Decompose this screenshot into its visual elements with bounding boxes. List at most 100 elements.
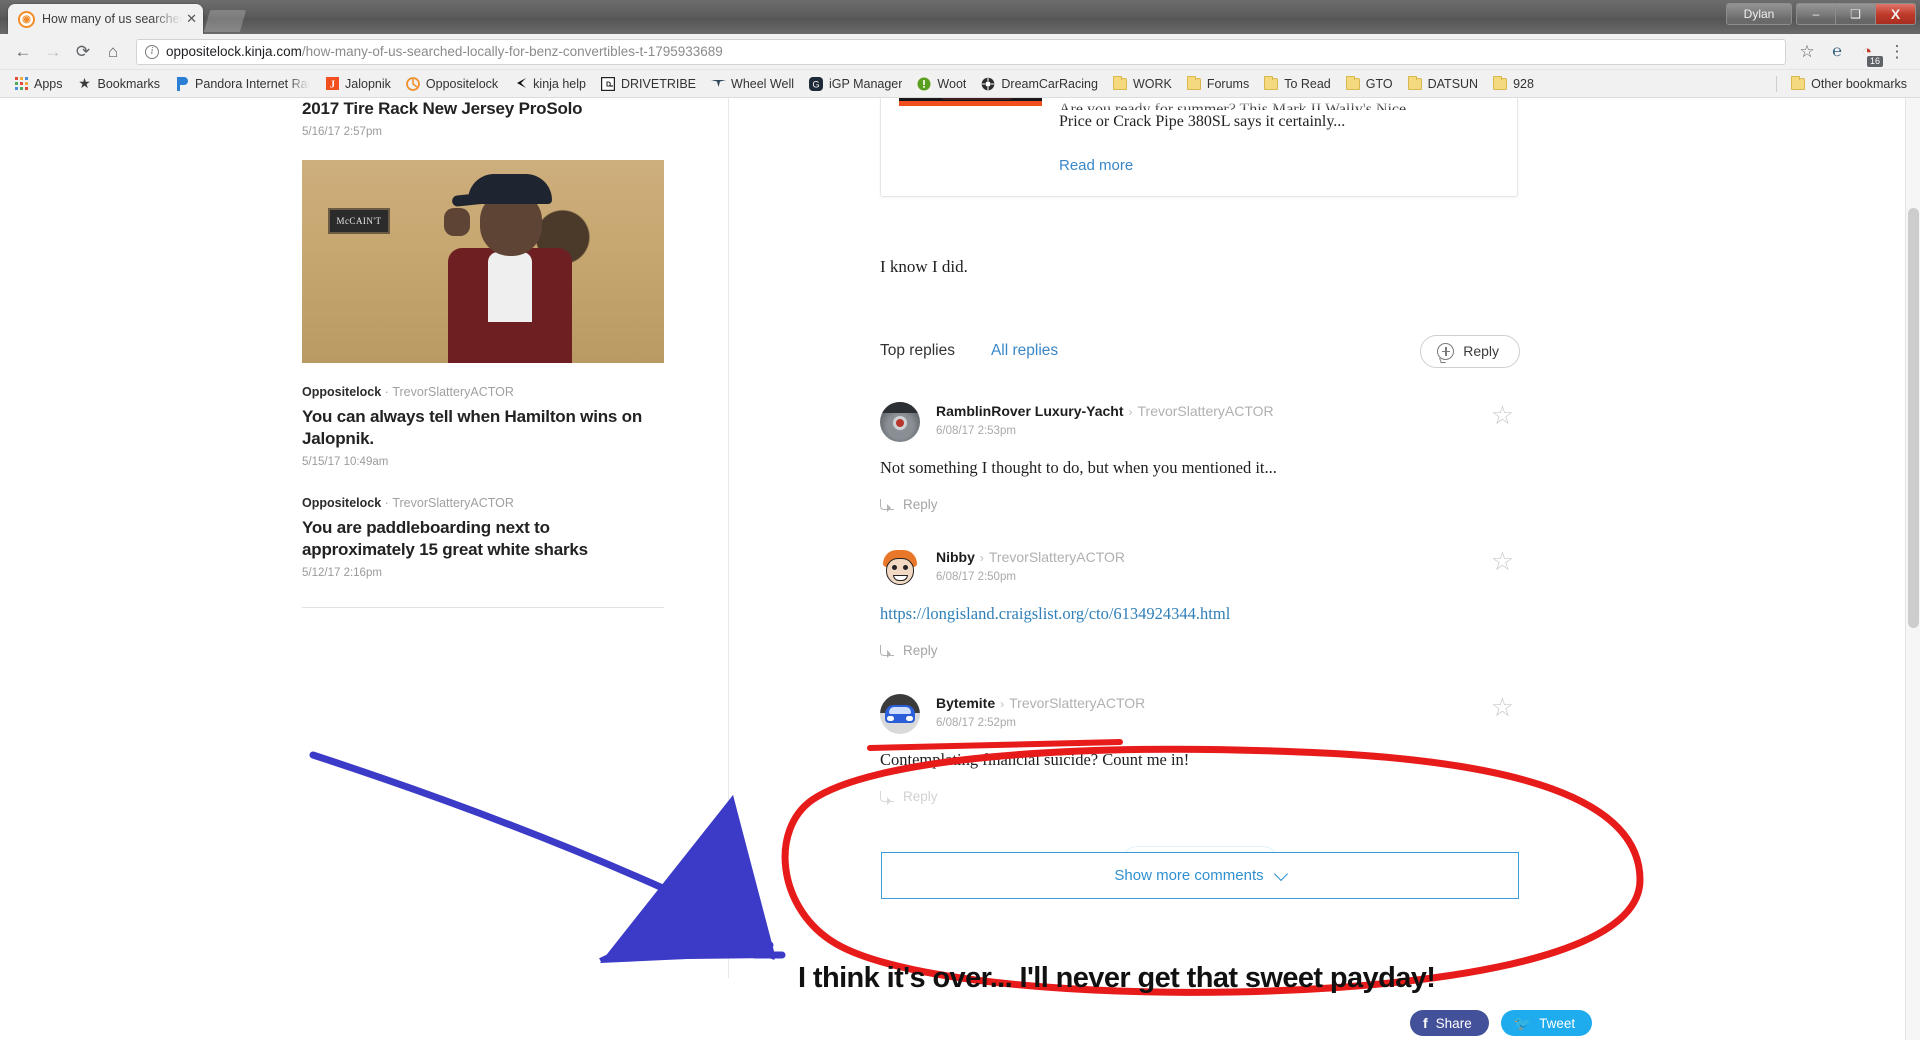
tab-strip: ◉ How many of us searched ✕ (0, 0, 247, 34)
close-icon[interactable]: ✕ (186, 11, 197, 27)
bookmark-woot[interactable]: Woot (909, 74, 973, 94)
comment-timestamp: 6/08/17 2:53pm (936, 424, 1016, 437)
main-column: J Are you ready for summer? This Mark II… (880, 98, 1520, 900)
top-story-title[interactable]: 2017 Tire Rack New Jersey ProSolo (302, 98, 664, 120)
star-icon[interactable]: ☆ (1491, 402, 1514, 428)
bookmark-folder-928[interactable]: 928 (1485, 74, 1541, 94)
bookmark-folder-datsun[interactable]: DATSUN (1400, 74, 1485, 94)
bytemite-avatar[interactable] (880, 693, 920, 734)
story-blog: Oppositelock · TrevorSlatteryACTOR (302, 385, 664, 399)
comment-parent-author[interactable]: TrevorSlatteryACTOR (989, 549, 1125, 565)
comment-header: Bytemite › TrevorSlatteryACTOR 6/08/17 2:5… (880, 693, 1520, 734)
bookmarks-divider (1776, 75, 1778, 92)
restore-icon[interactable]: ❑ (1836, 3, 1876, 25)
folder-icon (1407, 75, 1423, 92)
comment-timestamp: 6/08/17 2:52pm (936, 716, 1016, 729)
comment-reply-link[interactable]: Reply (880, 497, 1520, 513)
home-icon[interactable]: ⌂ (98, 37, 128, 67)
back-icon[interactable]: ← (8, 37, 38, 67)
bookmark-label: DATSUN (1427, 76, 1479, 91)
bookmark-label: WORK (1132, 76, 1172, 91)
comment-reply-link[interactable]: Reply (880, 789, 1520, 805)
read-more-link[interactable]: Read more (1059, 157, 1497, 174)
bookmark-label: Forums (1206, 76, 1250, 91)
bookmark-label: Bookmarks (97, 76, 161, 91)
bookmark-other-bookmarks[interactable]: Other bookmarks (1783, 74, 1914, 94)
bookmark-kinja-help[interactable]: kinja help (505, 74, 593, 94)
wheelwell-icon (710, 76, 726, 92)
bookmark-folder-work[interactable]: WORK (1105, 74, 1179, 94)
top-story-timestamp: 5/16/17 2:57pm (302, 126, 382, 139)
bookmark-folder-to-read[interactable]: To Read (1256, 74, 1338, 94)
scrollbar-thumb[interactable] (1908, 208, 1919, 628)
close-window-icon[interactable]: X (1876, 3, 1916, 25)
tab-top-replies[interactable]: Top replies (880, 342, 955, 360)
show-more-comments-button[interactable]: Show more comments (881, 852, 1519, 900)
ramblinrover-avatar[interactable] (880, 401, 920, 442)
comment-text[interactable]: https://longisland.craigslist.org/cto/61… (880, 602, 1520, 625)
bookmark-folder-gto[interactable]: GTO (1338, 74, 1400, 94)
bookmark-drivetribe[interactable]: D DRIVETRIBE (593, 74, 703, 94)
story-separator: · (384, 496, 389, 511)
star-icon[interactable]: ☆ (1491, 548, 1514, 574)
svg-text:G: G (812, 79, 819, 89)
page-content: 2017 Tire Rack New Jersey ProSolo 5/16/1… (0, 98, 1920, 1040)
bookmark-label: iGP Manager (829, 76, 903, 91)
bookmark-apps[interactable]: Apps (6, 74, 70, 94)
chevron-down-icon (1273, 867, 1288, 882)
page-info-icon[interactable]: i (145, 44, 159, 59)
svg-text:J: J (330, 80, 335, 91)
drivetribe-icon: D (600, 76, 616, 92)
star-icon[interactable]: ☆ (1491, 694, 1514, 720)
comment-meta: Nibby › TrevorSlatteryACTOR 6/08/17 2:50pm (936, 548, 1125, 583)
bookmark-igp-manager[interactable]: G iGP Manager (801, 74, 909, 94)
embedded-post-card[interactable]: J Are you ready for summer? This Mark II… (880, 98, 1518, 197)
profile-name-button[interactable]: Dylan (1726, 3, 1792, 25)
forward-icon[interactable]: → (38, 37, 68, 67)
tab-all-replies[interactable]: All replies (991, 342, 1058, 360)
chrome-menu-icon[interactable]: ⋮ (1882, 37, 1912, 67)
bookmark-wheel-well[interactable]: Wheel Well (703, 74, 801, 94)
story-separator: · (384, 385, 389, 400)
page-scrollbar[interactable] (1905, 98, 1920, 1040)
minimize-icon[interactable]: – (1796, 3, 1836, 25)
story-timestamp: 5/15/17 10:49am (302, 456, 389, 469)
bookmark-folder-forums[interactable]: Forums (1179, 74, 1256, 94)
extension-icon[interactable]: ◔ 16 (1852, 37, 1883, 67)
reload-icon[interactable]: ⟳ (68, 37, 98, 67)
bookmark-jalopnik[interactable]: J Jalopnik (317, 74, 398, 94)
bookmark-label: To Read (1284, 76, 1331, 91)
bookmark-oppositelock[interactable]: Oppositelock (398, 74, 505, 94)
bookmark-bookmarks[interactable]: ★ Bookmarks (70, 74, 168, 94)
comment-reply-link[interactable]: Reply (880, 643, 1520, 659)
address-bar[interactable]: i oppositelock.kinja.com/how-many-of-us-… (136, 38, 1786, 65)
browser-tab[interactable]: ◉ How many of us searched ✕ (8, 4, 203, 34)
add-comment-icon (1437, 342, 1455, 363)
nibby-avatar[interactable] (880, 547, 920, 588)
bookmark-star-icon[interactable]: ☆ (1792, 37, 1822, 67)
new-tab-button[interactable] (203, 10, 247, 32)
facebook-share-button[interactable]: f Share (1410, 1010, 1489, 1036)
bookmark-pandora[interactable]: Pandora Internet Radi (167, 74, 317, 94)
reply-button[interactable]: Reply (1420, 334, 1520, 368)
comment-timestamp: 6/08/17 2:50pm (936, 570, 1016, 583)
evernote-glyph: ℮ (1832, 42, 1842, 60)
twitter-share-button[interactable]: 🐦 Tweet (1500, 1010, 1593, 1036)
bookmark-label: Other bookmarks (1811, 76, 1907, 91)
story-title[interactable]: You can always tell when Hamilton wins o… (302, 406, 664, 450)
bookmark-dreamcarracing[interactable]: DreamCarRacing (973, 74, 1105, 94)
evernote-extension-icon[interactable]: ℮ (1822, 37, 1852, 67)
list-item[interactable]: Oppositelock · TrevorSlatteryACTOR You c… (302, 385, 664, 468)
comment-parent-author[interactable]: TrevorSlatteryACTOR (1138, 403, 1274, 419)
comment-parent-author[interactable]: TrevorSlatteryACTOR (1009, 695, 1145, 711)
folder-icon (1186, 75, 1202, 92)
list-item[interactable]: Oppositelock · TrevorSlatteryACTOR You a… (302, 496, 664, 579)
comment-author[interactable]: Nibby (936, 549, 975, 565)
comment-author[interactable]: Bytemite (936, 695, 995, 711)
story-title[interactable]: You are paddleboarding next to approxima… (302, 517, 664, 561)
bookmark-label: DreamCarRacing (1001, 76, 1098, 91)
handwritten-note: I think it's over... I'll never get that… (798, 962, 1436, 994)
comment-author[interactable]: RamblinRover Luxury-Yacht (936, 403, 1124, 419)
bookmark-label: GTO (1365, 76, 1393, 91)
svg-text:D: D (606, 81, 611, 88)
